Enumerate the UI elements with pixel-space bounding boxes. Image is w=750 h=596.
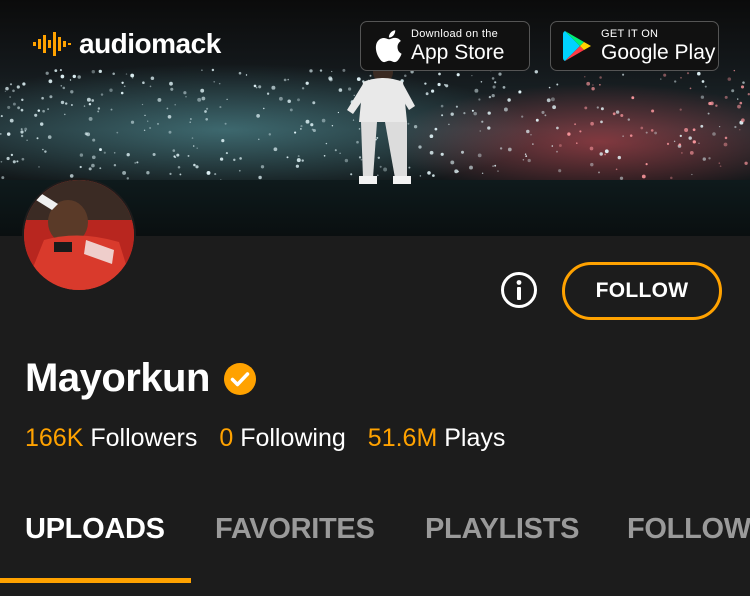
stat-value: 0 <box>219 424 234 452</box>
stat-label: Following <box>240 424 346 452</box>
google-play-big-text: Google Play <box>601 41 716 64</box>
stat-label: Plays <box>444 424 506 452</box>
stat-followers[interactable]: 166K Followers <box>25 424 197 453</box>
audiomack-logo[interactable]: audiomack <box>33 28 221 60</box>
logo-text: audiomack <box>79 28 221 59</box>
performer-figure <box>347 61 415 184</box>
apple-icon <box>373 29 403 63</box>
google-play-small-text: GET IT ON <box>601 28 659 40</box>
info-button[interactable] <box>500 271 538 309</box>
profile-stats: 166K Followers 0 Following 51.6M Plays <box>25 424 527 453</box>
audiomack-logo-icon <box>33 32 71 56</box>
stat-value: 51.6M <box>367 424 438 452</box>
tab-playlists[interactable]: PLAYLISTS <box>425 513 579 546</box>
app-store-big-text: App Store <box>411 41 505 64</box>
google-play-button[interactable]: GET IT ON Google Play <box>550 21 719 71</box>
app-store-small-text: Download on the <box>411 28 499 40</box>
stat-plays: 51.6M Plays <box>368 424 506 453</box>
tab-favorites[interactable]: FAVORITES <box>215 513 375 546</box>
avatar-image <box>24 180 134 290</box>
stat-following[interactable]: 0 Following <box>219 424 345 453</box>
active-tab-indicator <box>0 578 191 583</box>
stat-value: 166K <box>25 424 84 452</box>
stat-label: Followers <box>90 424 198 452</box>
info-icon <box>501 272 537 308</box>
tab-following[interactable]: FOLLOWING <box>627 513 750 546</box>
verified-icon <box>223 362 256 395</box>
follow-button[interactable]: FOLLOW <box>562 262 722 320</box>
artist-name: Mayorkun <box>25 356 210 400</box>
profile-tabs: UPLOADS FAVORITES PLAYLISTS FOLLOWING <box>0 505 750 596</box>
avatar[interactable] <box>24 180 134 290</box>
app-store-button[interactable]: Download on the App Store <box>360 21 530 71</box>
google-play-icon <box>563 30 593 62</box>
artist-heading: Mayorkun <box>25 356 256 401</box>
tab-uploads[interactable]: UPLOADS <box>25 513 165 546</box>
